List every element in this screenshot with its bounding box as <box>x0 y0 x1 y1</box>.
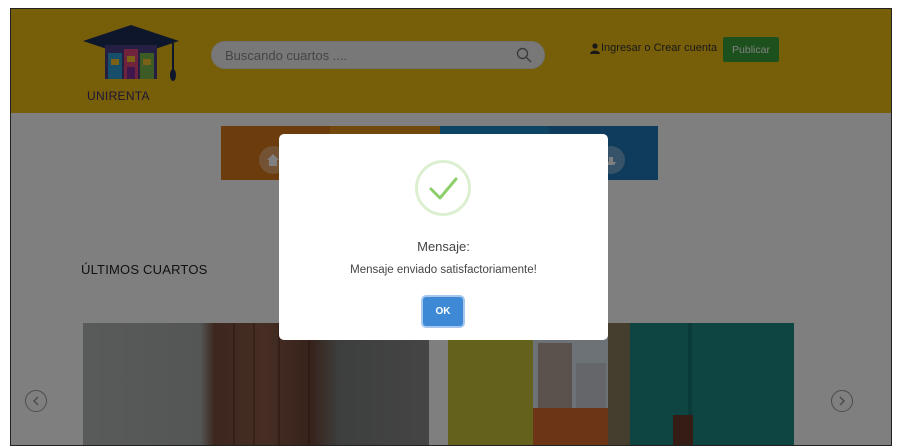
browser-viewport: UNIRENTA Buscando cuartos .... Ingresar … <box>10 8 892 446</box>
success-dialog: Mensaje: Mensaje enviado satisfactoriame… <box>279 134 608 340</box>
ok-button[interactable]: OK <box>423 297 463 326</box>
dialog-message: Mensaje enviado satisfactoriamente! <box>350 264 537 276</box>
dialog-title: Mensaje: <box>417 239 470 254</box>
check-icon <box>415 160 471 216</box>
